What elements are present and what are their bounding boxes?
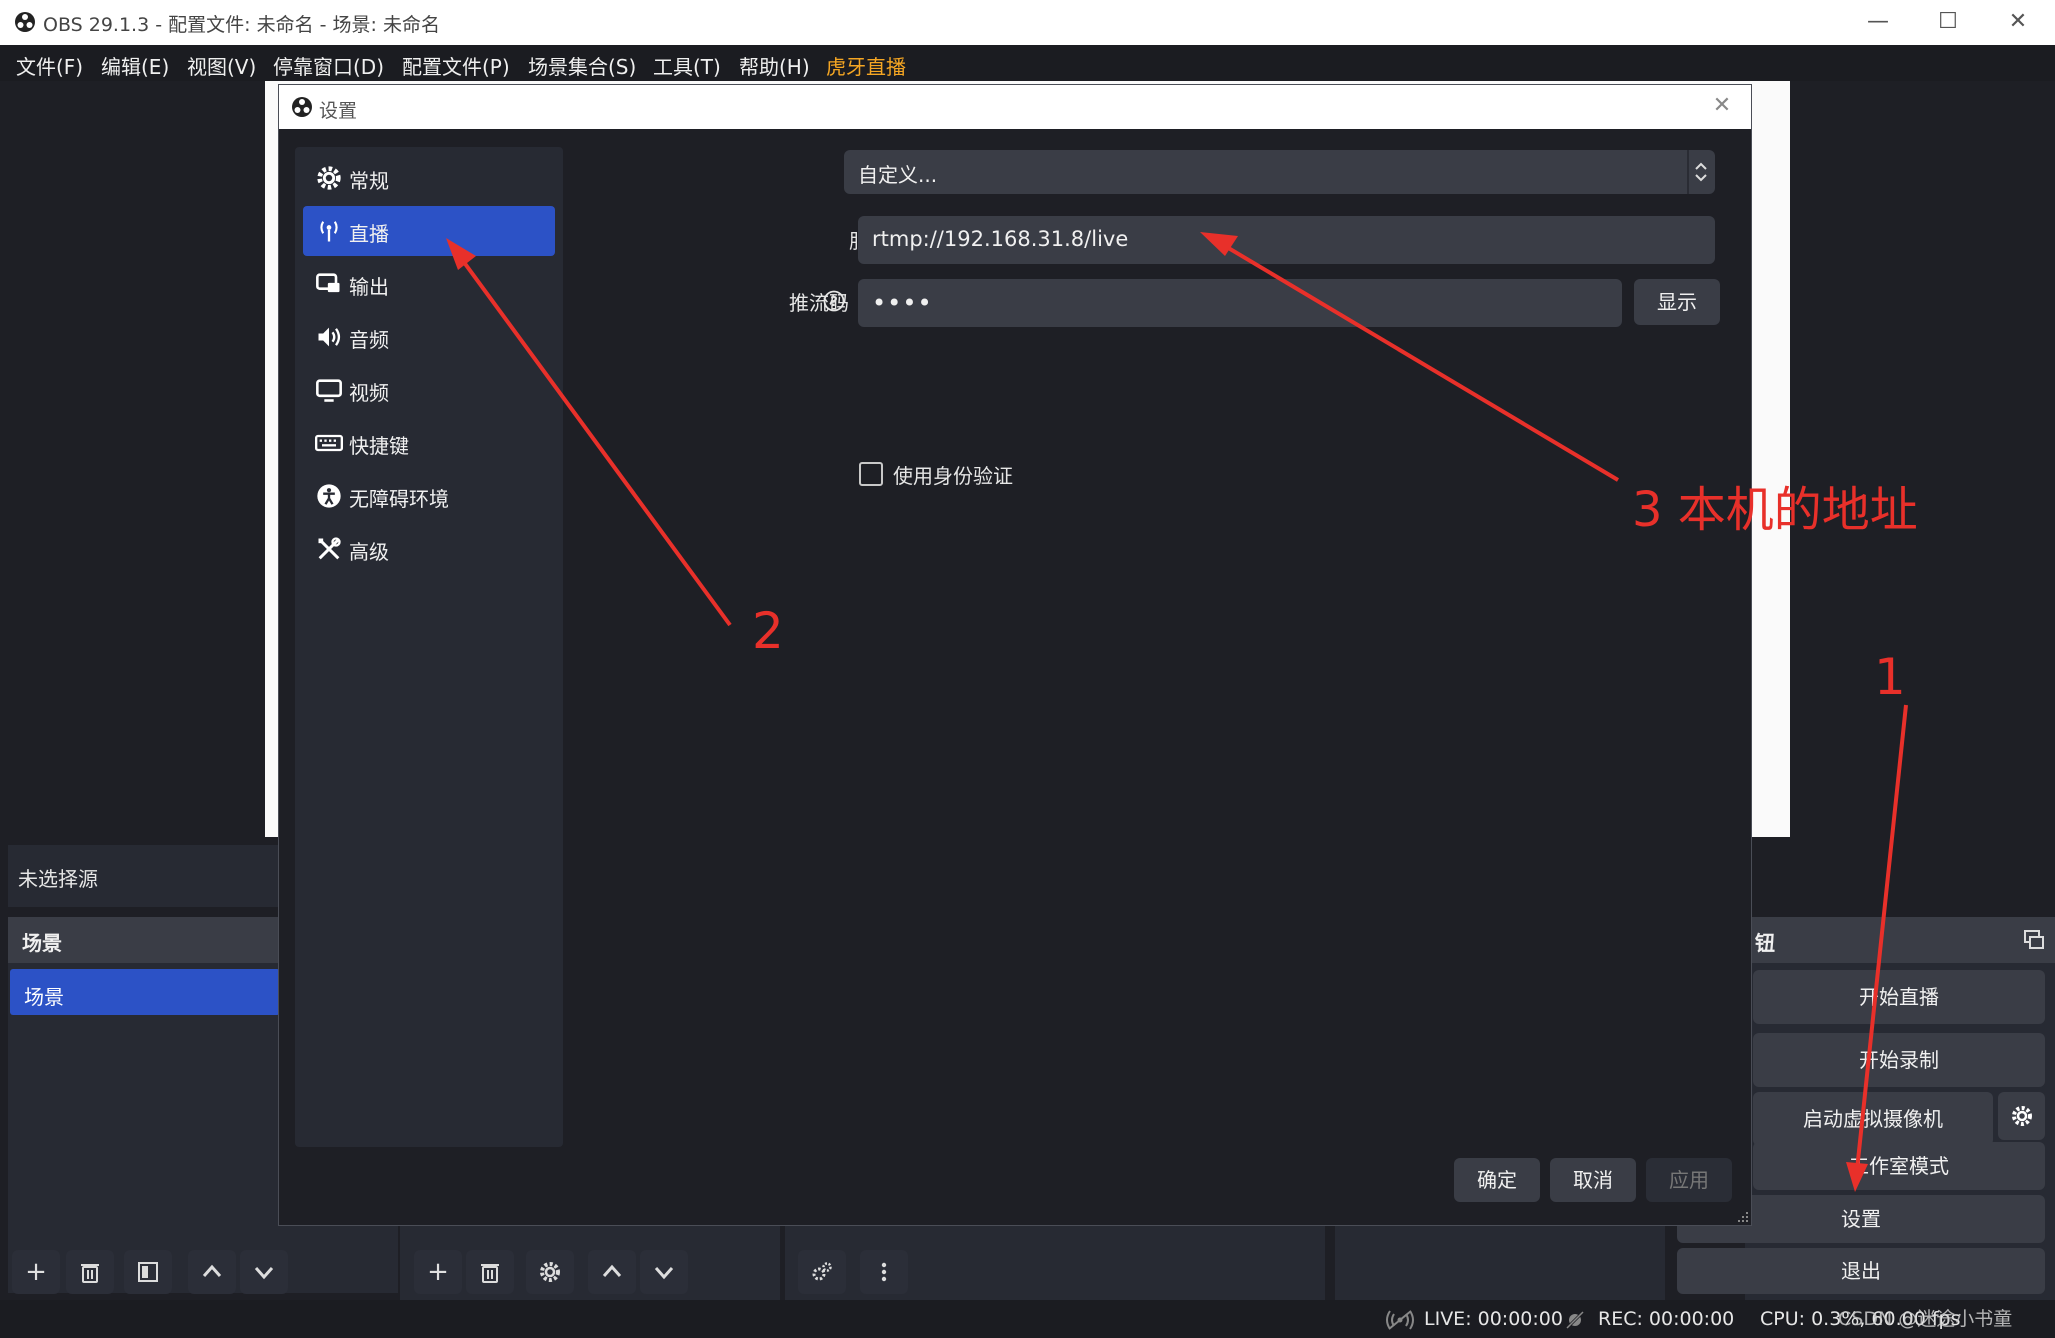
arrow-1-head	[1846, 1162, 1868, 1192]
annotation-2: 2	[752, 602, 784, 660]
arrow-3-line	[1213, 238, 1620, 482]
annotation-3: 3 本机的地址	[1632, 482, 1918, 538]
arrow-1-line	[1855, 704, 1908, 1171]
annotation-arrows	[446, 232, 1908, 1192]
arrow-2-head	[446, 238, 476, 270]
annotation-1: 1	[1874, 648, 1906, 706]
arrow-2-line	[453, 248, 732, 627]
